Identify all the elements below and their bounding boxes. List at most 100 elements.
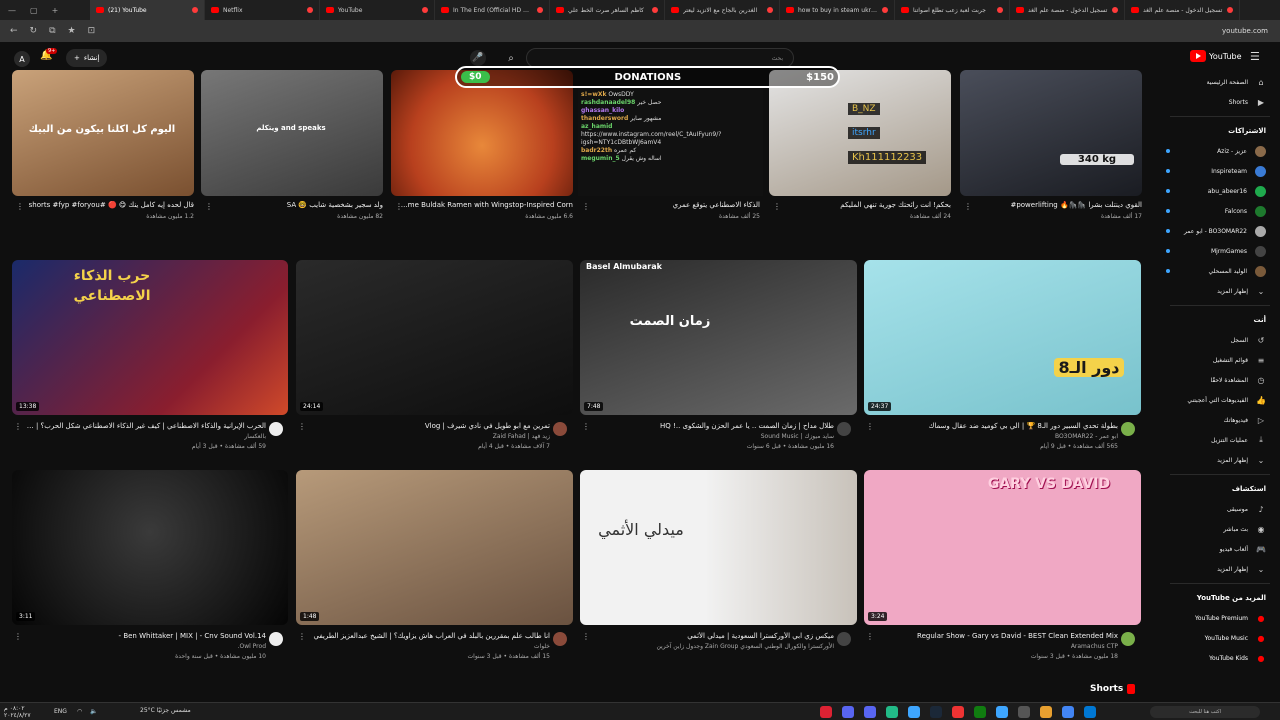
sidebar-item-subscription[interactable]: Inspireteam <box>1160 161 1280 181</box>
sidebar-item-more[interactable]: ● YouTube Music <box>1160 628 1280 648</box>
browser-tab[interactable]: In The End (Official HD Music <box>435 0 550 20</box>
video-thumbnail[interactable]: 24:14 <box>296 260 573 415</box>
sidebar-item-you[interactable]: 👍 الفيديوهات التي أعجبتني <box>1160 390 1280 410</box>
xbox-icon[interactable] <box>974 706 986 718</box>
new-tab-icon[interactable]: + <box>52 6 59 15</box>
video-title[interactable]: بحكم! انت رائحتك جورية تنهي المليكم <box>777 201 951 209</box>
voice-search-button[interactable]: 🎤 <box>470 50 486 66</box>
sidebar-item-you[interactable]: ◷ المشاهدة لاحقًا <box>1160 370 1280 390</box>
sidebar-item-subscription[interactable]: BO3OMAR22 - ابو عمر <box>1160 221 1280 241</box>
browser-tab[interactable]: (21) YouTube <box>90 0 205 20</box>
video-title[interactable]: بطولة تحدي السبير دور الـ8 🏆 | الي بي كو… <box>878 422 1118 430</box>
youtube-logo[interactable]: YouTube <box>1190 50 1242 62</box>
sidebar-item-subscription[interactable]: MjrmGames <box>1160 241 1280 261</box>
close-icon[interactable] <box>767 7 773 13</box>
video-title[interactable]: Habanero Lime Buldak Ramen with Wingstop… <box>399 201 573 209</box>
more-options-icon[interactable]: ⋮ <box>582 632 590 641</box>
video-channel[interactable]: ابو عمر - BO3OMAR22 <box>878 433 1118 440</box>
video-title[interactable]: Ben Whittaker | MIX | - Cnv Sound Vol.14… <box>26 632 266 640</box>
app-icon[interactable] <box>952 706 964 718</box>
minimize-icon[interactable]: — <box>8 6 16 15</box>
video-channel[interactable]: الأوركسترا والكورال الوطني السعودي Zain … <box>594 643 834 650</box>
video-title[interactable]: ولد سجير بشخصية شايب 🤓 SA <box>209 201 383 209</box>
video-title[interactable]: تمرين مع ابو طويل في نادي شيرف | Vlog <box>310 422 550 430</box>
sidebar-item-you[interactable]: ↺ السجل <box>1160 330 1280 350</box>
video-title[interactable]: قال لحده إيه كامل ينك 😋 🔴 #shorts #fyp #… <box>20 201 194 209</box>
sidebar-item-you[interactable]: ▷ فيديوهاتك <box>1160 410 1280 430</box>
search-input[interactable]: بحث <box>526 48 794 68</box>
channel-avatar[interactable] <box>553 422 567 436</box>
channel-avatar[interactable] <box>837 632 851 646</box>
close-icon[interactable] <box>307 7 313 13</box>
browser-tab[interactable]: الغدرين بالجاح مع الانزيد ليعتر <box>665 0 780 20</box>
close-icon[interactable] <box>652 7 658 13</box>
more-options-icon[interactable]: ⋮ <box>14 632 22 641</box>
video-title[interactable]: القوي دينتلت بشرا 🦍🦍🔥 powerlifting# <box>968 201 1142 209</box>
more-options-icon[interactable]: ⋮ <box>395 202 403 211</box>
video-title[interactable]: طلال مداح | زمان الصمت .. يا عمر الحزن و… <box>594 422 834 430</box>
app-icon[interactable] <box>886 706 898 718</box>
close-icon[interactable] <box>882 7 888 13</box>
channel-avatar[interactable] <box>269 422 283 436</box>
sidebar-item-you[interactable]: ≡ قوائم التشغيل <box>1160 350 1280 370</box>
video-thumbnail[interactable]: 1:48 <box>296 470 573 625</box>
video-thumbnail[interactable]: اليوم كل اكلنا بيكون من البيك <box>12 70 194 196</box>
more-options-icon[interactable]: ⋮ <box>582 202 590 211</box>
more-options-icon[interactable]: ⋮ <box>866 632 874 641</box>
more-options-icon[interactable]: ⋮ <box>866 422 874 431</box>
browser-tab[interactable]: جربت لعبة زعب تطلع اصواتنا <box>895 0 1010 20</box>
channel-avatar[interactable] <box>553 632 567 646</box>
more-options-icon[interactable]: ⋮ <box>16 202 24 211</box>
more-options-icon[interactable]: ⋮ <box>582 422 590 431</box>
browser-tab[interactable]: تسجيل الدخول - منصة علم الغد <box>1125 0 1240 20</box>
channel-avatar[interactable] <box>1121 632 1135 646</box>
browser-tab[interactable]: Netflix <box>205 0 320 20</box>
browser-tab[interactable]: كاظم الساهر صرت الخط علي <box>550 0 665 20</box>
create-button[interactable]: + إنشاء <box>66 49 108 67</box>
more-options-icon[interactable]: ⋮ <box>205 202 213 211</box>
close-icon[interactable] <box>1112 7 1118 13</box>
video-thumbnail[interactable]: حرب الذكاء الاصطناعي 13:38 <box>12 260 288 415</box>
steam-icon[interactable] <box>930 706 942 718</box>
close-icon[interactable] <box>422 7 428 13</box>
video-thumbnail[interactable]: 340 kg <box>960 70 1142 196</box>
bookmark-star-icon[interactable]: ★ <box>68 26 76 36</box>
maximize-icon[interactable]: ▢ <box>30 6 38 15</box>
sidebar-show-more[interactable]: ⌄ إظهار المزيد <box>1160 281 1280 301</box>
search-button[interactable]: ⌕ <box>500 48 522 68</box>
browser-tab[interactable]: تسجيل الدخول - منصة علم الغد <box>1010 0 1125 20</box>
browser-tab[interactable]: YouTube <box>320 0 435 20</box>
sidebar-item-shorts[interactable]: ▶ Shorts <box>1160 92 1280 112</box>
close-icon[interactable] <box>1227 7 1233 13</box>
taskbar-search[interactable]: اكتب هنا للبحث <box>1150 706 1260 718</box>
video-title[interactable]: الحرب الإيرانية والذكاء الاصطناعي | كيف … <box>26 422 266 430</box>
video-thumbnail[interactable]: دور الـ8 24:37 <box>864 260 1141 415</box>
sidebar-item-home[interactable]: ⌂ الصفحة الرئيسية <box>1160 72 1280 92</box>
sidebar-item-subscription[interactable]: عزيز - Aziz <box>1160 141 1280 161</box>
channel-avatar[interactable] <box>1121 422 1135 436</box>
video-thumbnail[interactable]: GARY VS DAVID 3:24 <box>864 470 1141 625</box>
video-title[interactable]: ميكس زي ابي الأوركسترا السعودية | ميدلي … <box>594 632 834 640</box>
clock[interactable]: ٠٨:٠٢ م ٢٠٢٤/٨/٢٧ <box>0 705 31 719</box>
volume-icon[interactable]: 🔈 <box>90 708 97 715</box>
more-options-icon[interactable]: ⋮ <box>14 422 22 431</box>
video-channel[interactable]: Owl Prod. <box>26 643 266 650</box>
tab-search-icon[interactable]: ⊡ <box>88 26 96 36</box>
you-heading[interactable]: أنت <box>1160 310 1280 330</box>
more-options-icon[interactable]: ⋮ <box>964 202 972 211</box>
account-avatar[interactable]: A <box>14 51 30 67</box>
more-options-icon[interactable]: ⋮ <box>773 202 781 211</box>
sidebar-item-explore[interactable]: ◉ بث مباشر <box>1160 519 1280 539</box>
app-icon[interactable] <box>1018 706 1030 718</box>
reload-icon[interactable]: ↻ <box>30 26 38 36</box>
close-icon[interactable] <box>537 7 543 13</box>
video-thumbnail[interactable] <box>391 70 573 196</box>
notifications-button[interactable]: 🔔 9+ <box>40 48 58 66</box>
video-thumbnail[interactable]: ميدلي الأثمي <box>580 470 857 625</box>
channel-avatar[interactable] <box>269 632 283 646</box>
extensions-icon[interactable]: ⧉ <box>49 26 55 36</box>
close-icon[interactable] <box>997 7 1003 13</box>
more-options-icon[interactable]: ⋮ <box>298 422 306 431</box>
sidebar-item-explore[interactable]: ♪ موسيقى <box>1160 499 1280 519</box>
chrome-icon[interactable] <box>1062 706 1074 718</box>
